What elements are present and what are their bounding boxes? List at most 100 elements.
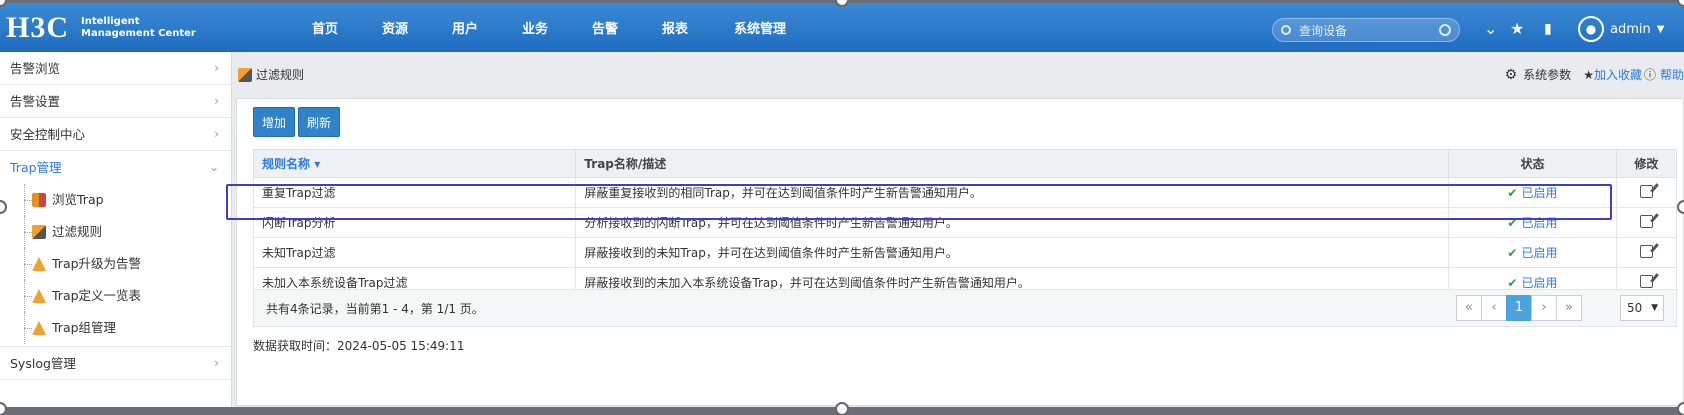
status-text: 已启用 <box>1521 276 1558 290</box>
edit-cell[interactable] <box>1615 177 1678 208</box>
chevron-down-icon: ▼ <box>1651 303 1658 313</box>
edit-icon[interactable] <box>1639 274 1653 288</box>
check-icon: ✔ <box>1507 246 1518 260</box>
resize-handle[interactable] <box>1677 402 1684 415</box>
sidebar-item-label: 告警浏览 <box>10 61 61 76</box>
first-page-button[interactable]: « <box>1456 295 1482 321</box>
edit-icon[interactable] <box>1639 244 1653 258</box>
bookmark-icon[interactable]: ▮ <box>1544 20 1552 38</box>
column-label: Trap名称/描述 <box>584 157 667 171</box>
next-page-button[interactable]: › <box>1531 295 1557 321</box>
gear-icon[interactable]: ⚙ <box>1505 67 1518 83</box>
help-icon[interactable]: ⓘ <box>1644 66 1656 83</box>
warning-icon <box>32 321 46 335</box>
search-icon[interactable] <box>1439 24 1451 36</box>
chevron-right-icon: › <box>214 94 219 108</box>
current-page-button[interactable]: 1 <box>1506 295 1532 321</box>
column-edit: 修改 <box>1615 149 1678 178</box>
column-label: 状态 <box>1520 157 1545 171</box>
sidebar-item-label: 安全控制中心 <box>10 127 86 142</box>
nav-report[interactable]: 报表 <box>640 18 710 37</box>
help-link[interactable]: 帮助 <box>1660 66 1684 83</box>
sidebar-item-label: 过滤规则 <box>52 224 103 239</box>
logo[interactable]: H3C Intelligent Management Center <box>0 12 260 43</box>
rule-status[interactable]: ✔ 已启用 <box>1448 177 1617 208</box>
resize-handle[interactable] <box>835 402 849 415</box>
sidebar-item-trap-management[interactable]: Trap管理 ⌄ <box>0 151 231 184</box>
nav-home[interactable]: 首页 <box>290 18 360 37</box>
last-page-button[interactable]: » <box>1556 295 1582 321</box>
sidebar-item-security-center[interactable]: 安全控制中心 › <box>0 118 231 151</box>
top-navigation-bar: H3C Intelligent Management Center 首页 资源 … <box>0 0 1684 52</box>
rule-status[interactable]: ✔ 已启用 <box>1448 237 1617 268</box>
sidebar-item-trap-definitions[interactable]: Trap定义一览表 <box>0 280 231 312</box>
edit-cell[interactable] <box>1615 237 1678 268</box>
filter-icon <box>32 225 46 239</box>
resize-handle[interactable] <box>1677 200 1684 214</box>
search-input[interactable]: 查询设备 <box>1299 22 1439 39</box>
sidebar-item-alarm-browse[interactable]: 告警浏览 › <box>0 52 231 85</box>
search-scope-icon <box>1281 25 1291 35</box>
sidebar: 告警浏览 › 告警设置 › 安全控制中心 › Trap管理 ⌄ 浏览Trap 过… <box>0 52 232 407</box>
rules-panel: 增加 刷新 规则名称 ▾ Trap名称/描述 状态 修改 重复Trap过滤 屏蔽… <box>236 98 1684 406</box>
edit-icon[interactable] <box>1639 184 1653 198</box>
column-trap-desc: Trap名称/描述 <box>575 149 1450 178</box>
prev-page-button[interactable]: ‹ <box>1481 295 1507 321</box>
rule-name[interactable]: 重复Trap过滤 <box>252 177 577 208</box>
logo-subtitle: Intelligent Management Center <box>81 16 196 40</box>
record-summary: 共有4条记录，当前第1 - 4，第 1/1 页。 <box>266 301 484 316</box>
warning-icon <box>32 257 46 271</box>
table-header-row: 规则名称 ▾ Trap名称/描述 状态 修改 <box>252 149 1678 178</box>
chevron-right-icon: › <box>214 127 219 141</box>
sidebar-item-alarm-settings[interactable]: 告警设置 › <box>0 85 231 118</box>
rule-status[interactable]: ✔ 已启用 <box>1448 207 1617 238</box>
nav-service[interactable]: 业务 <box>500 18 570 37</box>
logo-line-2: Management Center <box>81 27 196 39</box>
add-button[interactable]: 增加 <box>253 107 296 137</box>
add-favorite-link[interactable]: 加入收藏 <box>1594 66 1642 83</box>
table-row[interactable]: 未知Trap过滤 屏蔽接收到的未知Trap，并可在达到阈值条件时产生新告警通知用… <box>252 237 1678 268</box>
chevron-down-icon: ▼ <box>1656 23 1665 35</box>
system-params-link[interactable]: 系统参数 <box>1523 66 1571 83</box>
action-buttons: 增加 刷新 <box>253 107 343 137</box>
sidebar-item-filter-rules[interactable]: 过滤规则 <box>0 216 231 248</box>
sidebar-item-label: Trap升级为告警 <box>52 256 142 271</box>
nav-user[interactable]: 用户 <box>430 18 500 37</box>
chevron-right-icon: › <box>214 61 219 75</box>
filter-icon <box>238 67 252 82</box>
sidebar-item-browse-trap[interactable]: 浏览Trap <box>0 184 231 216</box>
edit-cell[interactable] <box>1615 207 1678 238</box>
nav-alarm[interactable]: 告警 <box>570 18 640 37</box>
status-text: 已启用 <box>1521 246 1558 260</box>
nav-resource[interactable]: 资源 <box>360 18 430 37</box>
main-content: 过滤规则 ⚙ 系统参数 ★ 加入收藏 ⓘ 帮助 增加 刷新 规则名称 ▾ Tra… <box>236 52 1684 407</box>
column-label: 规则名称 <box>262 157 311 171</box>
sort-down-icon: ▾ <box>314 157 321 171</box>
star-icon[interactable]: ★ <box>1510 20 1524 38</box>
page-size-select[interactable]: 50 ▼ <box>1620 295 1664 321</box>
table-row[interactable]: 闪断Trap分析 分析接收到的闪断Trap，并可在达到阈值条件时产生新告警通知用… <box>252 207 1678 238</box>
rule-name[interactable]: 未知Trap过滤 <box>252 237 577 268</box>
sidebar-item-trap-upgrade[interactable]: Trap升级为告警 <box>0 248 231 280</box>
chevron-down-icon: ⌄ <box>208 160 219 174</box>
sidebar-item-label: Trap定义一览表 <box>52 288 142 303</box>
rule-name[interactable]: 闪断Trap分析 <box>252 207 577 238</box>
user-menu[interactable]: ● admin ▼ <box>1578 16 1664 42</box>
double-chevron-down-icon[interactable]: ⌄ <box>1484 20 1497 38</box>
column-rule-name[interactable]: 规则名称 ▾ <box>252 149 577 178</box>
check-icon: ✔ <box>1507 216 1518 230</box>
edit-icon[interactable] <box>1639 214 1653 228</box>
column-status: 状态 <box>1448 149 1617 178</box>
sidebar-item-syslog[interactable]: Syslog管理 › <box>0 347 231 380</box>
rules-table: 规则名称 ▾ Trap名称/描述 状态 修改 重复Trap过滤 屏蔽重复接收到的… <box>252 149 1678 298</box>
check-icon: ✔ <box>1507 186 1518 200</box>
trap-submenu: 浏览Trap 过滤规则 Trap升级为告警 Trap定义一览表 Trap组管理 <box>0 184 231 347</box>
table-row[interactable]: 重复Trap过滤 屏蔽重复接收到的相同Trap，并可在达到阈值条件时产生新告警通… <box>252 177 1678 208</box>
star-add-icon[interactable]: ★ <box>1583 68 1594 82</box>
sidebar-item-trap-groups[interactable]: Trap组管理 <box>0 312 231 344</box>
report-icon <box>32 193 46 207</box>
refresh-button[interactable]: 刷新 <box>298 107 341 137</box>
rule-desc: 分析接收到的闪断Trap，并可在达到阈值条件时产生新告警通知用户。 <box>575 207 1450 238</box>
nav-system[interactable]: 系统管理 <box>710 18 810 37</box>
device-search[interactable]: 查询设备 <box>1272 18 1460 42</box>
